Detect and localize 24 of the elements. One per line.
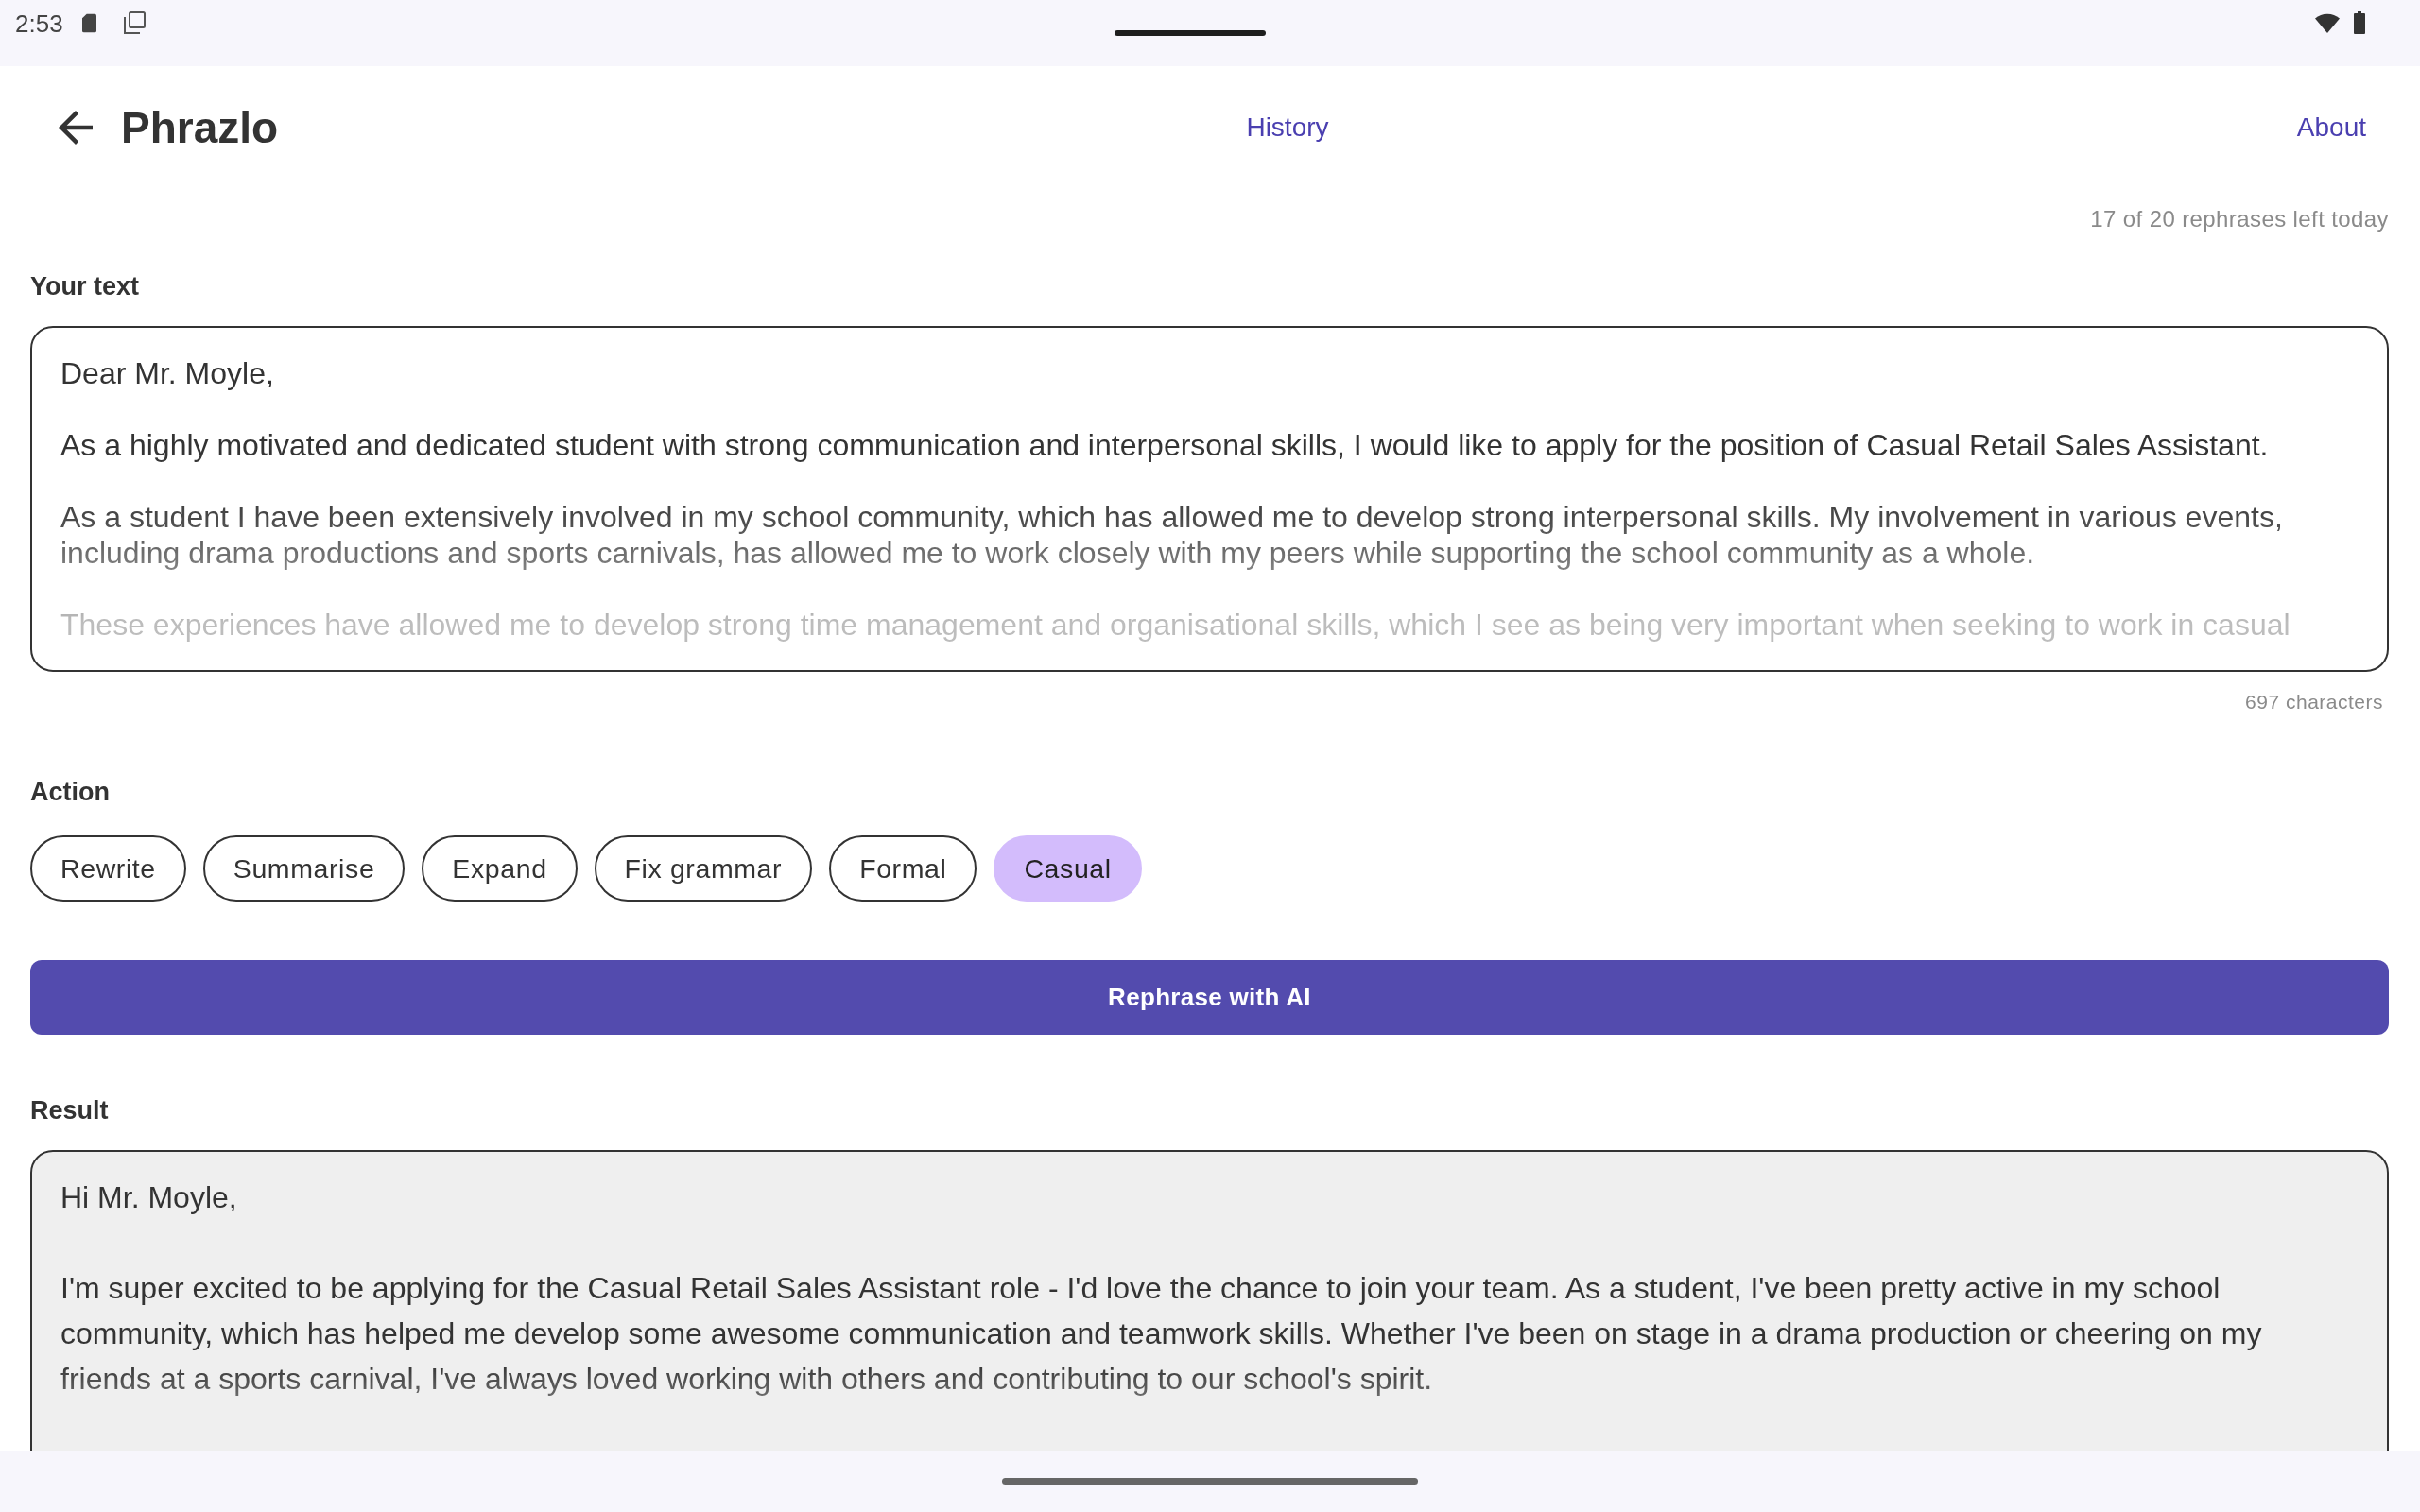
section-label: Your text [30,271,139,302]
app-title: Phrazlo [121,102,279,154]
text-input-field[interactable]: Dear Mr. Moyle, As a highly motivated and dedicated student with strong communication and interpersonal skills, I would like to apply for the position of Casual Retail Sales Assistant. As a student I have been extensively involved in my school community, which has allowed me to develop strong interpersonal skills. My involvement in various events, including drama productions and sports carnivals, has allowed me to work closely with my peers while supporting the school community as a whole. These experiences have allowed me to develop strong time management and organisational skills, which I see as being very important when seeking to work in casual [30,326,2389,672]
character-count: 697 characters [2245,690,2383,714]
usage-counter-text: 17 of 20 rephrases left today [2090,205,2389,233]
rephrase-button[interactable]: Rephrase with AI [30,960,2389,1035]
result-text-box: Hi Mr. Moyle, I'm super excited to be applying for the Casual Retail Sales Assistant role - I'd love the chance to join your team. As a student, I've been pretty active in my school community, which has helped me develop some awesome communication and teamwork skills. Whether I've been on stage in a drama production or cheering on my friends at a sports carnival, I've always loved working with others and contributing to our school's spirit. [30,1150,2389,1451]
arrow-left-icon[interactable] [59,111,93,145]
copy-icon [122,11,146,34]
battery-icon [2354,11,2365,34]
action-chip[interactable]: Rewrite [30,835,186,902]
action-chip[interactable]: Fix grammar [594,835,813,902]
nav-link[interactable]: About [2296,111,2366,145]
status-time: 2:53 [15,9,63,38]
action-chip[interactable]: Summarise [202,835,406,902]
section-label: Result [30,1095,109,1126]
action-chip[interactable]: Formal [829,835,977,902]
action-chip[interactable]: Casual [994,835,1142,902]
wifi-icon [2315,12,2340,33]
sd-card-icon [81,12,96,33]
nav-link[interactable]: History [1246,111,1329,145]
action-chip[interactable]: Expand [422,835,578,902]
gesture-handle[interactable] [1002,1478,1418,1485]
section-label: Action [30,777,110,808]
